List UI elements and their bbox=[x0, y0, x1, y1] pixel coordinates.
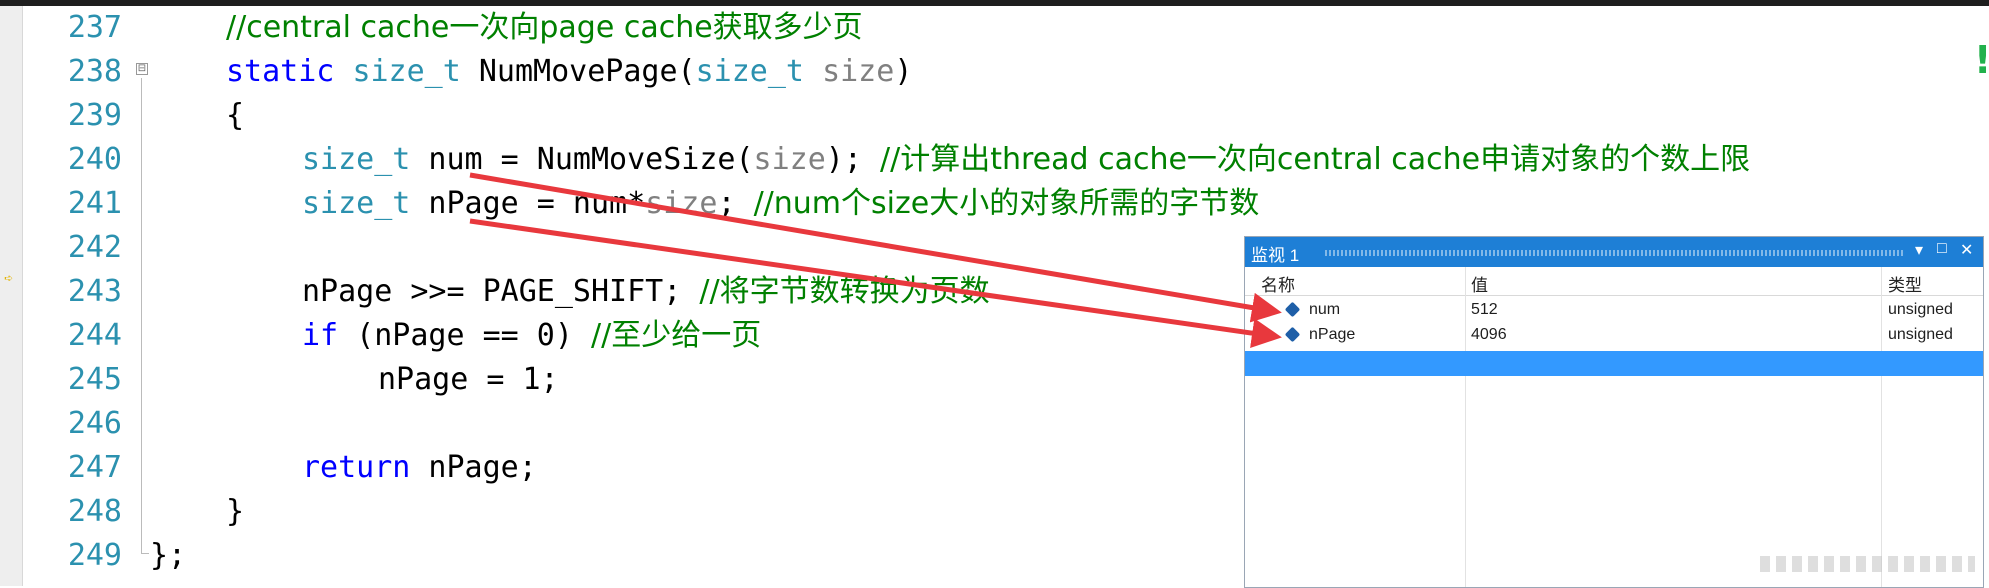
keyword-static: static bbox=[226, 54, 335, 89]
code-line-237: //central cache一次向page cache获取多少页 bbox=[226, 6, 863, 50]
column-type-header[interactable]: 类型 bbox=[1888, 271, 1922, 296]
watch-window[interactable]: 监视 1 ▾ □ ✕ 名称 值 类型 num 512 unsigned nPag… bbox=[1244, 236, 1984, 588]
watch-var-name[interactable]: nPage bbox=[1309, 326, 1355, 344]
maximize-icon[interactable]: □ bbox=[1937, 240, 1947, 258]
watch-var-value[interactable]: 4096 bbox=[1471, 326, 1507, 344]
code-line-247: return nPage; bbox=[302, 446, 537, 490]
code-comment: //计算出thread cache一次向central cache申请对象的个数… bbox=[879, 142, 1751, 177]
line-number: 240 bbox=[67, 142, 122, 177]
line-number: 238 bbox=[67, 54, 122, 89]
line-number: 245 bbox=[67, 362, 122, 397]
declaration: num = NumMoveSize( bbox=[410, 142, 754, 177]
fold-guide-line bbox=[141, 78, 142, 554]
line-number: 237 bbox=[67, 10, 122, 45]
title-grip[interactable] bbox=[1325, 250, 1903, 256]
variable-icon bbox=[1284, 326, 1301, 343]
close-paren: ) bbox=[894, 54, 913, 89]
line-number: 246 bbox=[67, 406, 122, 441]
watermark bbox=[1760, 556, 1975, 572]
declaration: nPage = num* bbox=[410, 186, 646, 221]
argument: size bbox=[645, 186, 718, 221]
column-value-header[interactable]: 值 bbox=[1471, 271, 1488, 296]
statement-end: ); bbox=[825, 142, 880, 177]
current-statement-arrow-icon: ➪ bbox=[4, 269, 14, 287]
function-name: NumMovePage( bbox=[460, 54, 696, 89]
return-value: nPage; bbox=[410, 450, 537, 485]
code-line-238: static size_t NumMovePage(size_t size) bbox=[226, 50, 912, 94]
keyword-return: return bbox=[302, 450, 411, 485]
watch-var-value[interactable]: 512 bbox=[1471, 301, 1498, 319]
watch-row-num[interactable]: num 512 unsigned bbox=[1245, 297, 1983, 322]
line-number: 248 bbox=[67, 494, 122, 529]
watch-column-header: 名称 值 类型 bbox=[1245, 267, 1983, 296]
variable-icon bbox=[1284, 301, 1301, 318]
code-line-244: if (nPage == 0) //至少给一页 bbox=[302, 314, 761, 358]
code-comment: //至少给一页 bbox=[591, 318, 762, 353]
fold-guide-end bbox=[141, 553, 149, 554]
watch-title-bar[interactable]: 监视 1 ▾ □ ✕ bbox=[1245, 237, 1983, 267]
window-position-dropdown-icon[interactable]: ▾ bbox=[1915, 240, 1923, 260]
close-icon[interactable]: ✕ bbox=[1960, 240, 1973, 260]
watch-title: 监视 1 bbox=[1251, 246, 1300, 265]
code-line-248: } bbox=[226, 494, 245, 529]
code-line-241: size_t nPage = num*size; //num个size大小的对象… bbox=[302, 182, 1259, 226]
param-name: size bbox=[822, 54, 895, 89]
watch-var-name[interactable]: num bbox=[1309, 301, 1340, 319]
collapse-region-icon[interactable]: ⊟ bbox=[136, 63, 148, 75]
keyword-if: if bbox=[302, 318, 339, 353]
watch-row-npage[interactable]: nPage 4096 unsigned bbox=[1245, 322, 1983, 347]
line-number: 242 bbox=[67, 230, 122, 265]
code-comment: //central cache一次向page cache获取多少页 bbox=[226, 10, 863, 45]
code-line-240: size_t num = NumMoveSize(size); //计算出thr… bbox=[302, 138, 1750, 182]
statement-end: ; bbox=[717, 186, 754, 221]
line-number: 249 bbox=[67, 538, 122, 573]
statement: nPage >>= PAGE_SHIFT; bbox=[302, 274, 700, 309]
change-marker-icon: ! bbox=[1974, 38, 1989, 82]
code-comment: //num个size大小的对象所需的字节数 bbox=[753, 186, 1260, 221]
type-size-t: size_t bbox=[302, 142, 411, 177]
code-line-243: nPage >>= PAGE_SHIFT; //将字节数转换为页数 bbox=[302, 270, 990, 314]
condition: (nPage == 0) bbox=[338, 318, 591, 353]
watch-var-type: unsigned bbox=[1888, 301, 1953, 318]
line-number: 243 bbox=[67, 274, 122, 309]
line-number: 247 bbox=[67, 450, 122, 485]
watch-var-type: unsigned bbox=[1888, 326, 1953, 343]
watch-new-item-row[interactable] bbox=[1245, 351, 1983, 376]
argument: size bbox=[753, 142, 826, 177]
column-name-header[interactable]: 名称 bbox=[1261, 271, 1295, 296]
type-size-t: size_t bbox=[302, 186, 411, 221]
code-comment: //将字节数转换为页数 bbox=[699, 274, 990, 309]
param-type: size_t bbox=[695, 54, 804, 89]
type-size-t: size_t bbox=[352, 54, 461, 89]
line-number: 241 bbox=[67, 186, 122, 221]
code-line-249: }; bbox=[150, 538, 187, 573]
line-number: 244 bbox=[67, 318, 122, 353]
line-number: 239 bbox=[67, 98, 122, 133]
indicator-margin[interactable] bbox=[0, 6, 23, 586]
code-line-239: { bbox=[226, 98, 245, 133]
code-line-245: nPage = 1; bbox=[378, 362, 559, 397]
